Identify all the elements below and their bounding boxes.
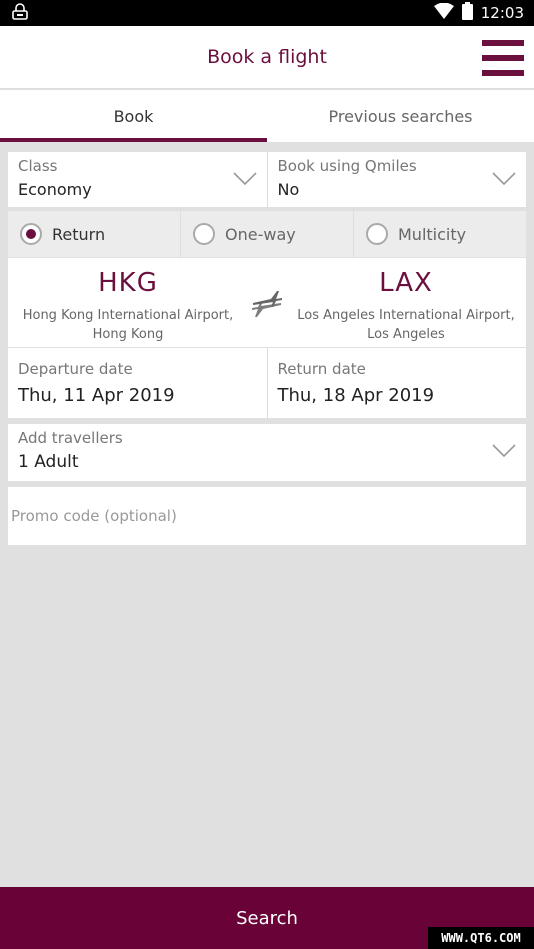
trip-option-label: Multicity xyxy=(398,224,467,244)
page-title: Book a flight xyxy=(207,46,327,68)
destination-code: LAX xyxy=(379,268,433,298)
chevron-down-icon xyxy=(492,444,516,458)
travellers-value: 1 Adult xyxy=(18,452,79,472)
return-date-label: Return date xyxy=(277,360,366,378)
trip-option-multicity[interactable]: Multicity xyxy=(353,211,526,257)
promo-code-container xyxy=(8,487,526,545)
menu-icon-bar xyxy=(482,55,524,61)
travellers-select[interactable]: Add travellers 1 Adult xyxy=(8,424,526,481)
battery-icon xyxy=(461,2,473,24)
menu-button[interactable] xyxy=(482,40,524,76)
tab-book[interactable]: Book xyxy=(0,90,267,142)
qmiles-select[interactable]: Book using Qmiles No xyxy=(266,152,527,207)
route-selector: HKG Hong Kong International Airport, Hon… xyxy=(8,258,526,347)
class-qmiles-row: Class Economy Book using Qmiles No xyxy=(8,152,526,207)
promo-code-input[interactable] xyxy=(11,487,526,545)
origin-city: Hong Kong xyxy=(92,327,164,342)
destination-airport-name: Los Angeles International Airport, xyxy=(297,308,515,323)
radio-unselected-icon xyxy=(193,223,215,245)
return-date-field[interactable]: Return date Thu, 18 Apr 2019 xyxy=(266,348,527,418)
qmiles-label: Book using Qmiles xyxy=(277,157,417,175)
tab-previous-searches[interactable]: Previous searches xyxy=(267,90,534,142)
wifi-icon xyxy=(433,2,454,23)
radio-selected-icon xyxy=(20,223,42,245)
departure-date-label: Departure date xyxy=(18,360,133,378)
trip-option-label: Return xyxy=(52,224,106,244)
notification-icon xyxy=(10,2,30,24)
watermark: WWW.QT6.COM xyxy=(428,927,534,949)
menu-icon-bar xyxy=(482,40,524,46)
chevron-down-icon xyxy=(492,172,516,186)
travellers-label: Add travellers xyxy=(18,429,123,447)
status-bar: 12:03 xyxy=(0,0,534,26)
trip-option-return[interactable]: Return xyxy=(8,211,180,257)
trip-option-one-way[interactable]: One-way xyxy=(180,211,353,257)
origin-airport-name: Hong Kong International Airport, xyxy=(22,308,234,323)
dates-row: Departure date Thu, 11 Apr 2019 Return d… xyxy=(8,348,526,418)
class-value: Economy xyxy=(18,180,92,199)
class-label: Class xyxy=(18,157,58,175)
qmiles-value: No xyxy=(277,180,300,199)
chevron-down-icon xyxy=(232,172,257,186)
menu-icon-bar xyxy=(482,70,524,76)
trip-option-label: One-way xyxy=(225,224,296,244)
app-bar: Book a flight xyxy=(0,26,534,89)
swap-airports-button[interactable] xyxy=(248,258,286,347)
return-date-value: Thu, 18 Apr 2019 xyxy=(277,385,435,406)
origin-code: HKG xyxy=(98,268,158,298)
destination-city: Los Angeles xyxy=(367,327,445,342)
origin-airport[interactable]: HKG Hong Kong International Airport, Hon… xyxy=(8,258,248,347)
clock-time: 12:03 xyxy=(480,4,524,22)
plane-swap-icon xyxy=(252,290,282,317)
destination-airport[interactable]: LAX Los Angeles International Airport, L… xyxy=(286,258,526,347)
departure-date-field[interactable]: Departure date Thu, 11 Apr 2019 xyxy=(8,348,267,418)
trip-type-selector: Return One-way Multicity xyxy=(8,211,526,257)
radio-unselected-icon xyxy=(366,223,388,245)
departure-date-value: Thu, 11 Apr 2019 xyxy=(18,385,175,406)
tab-bar: Book Previous searches xyxy=(0,90,534,142)
class-select[interactable]: Class Economy xyxy=(8,152,267,207)
